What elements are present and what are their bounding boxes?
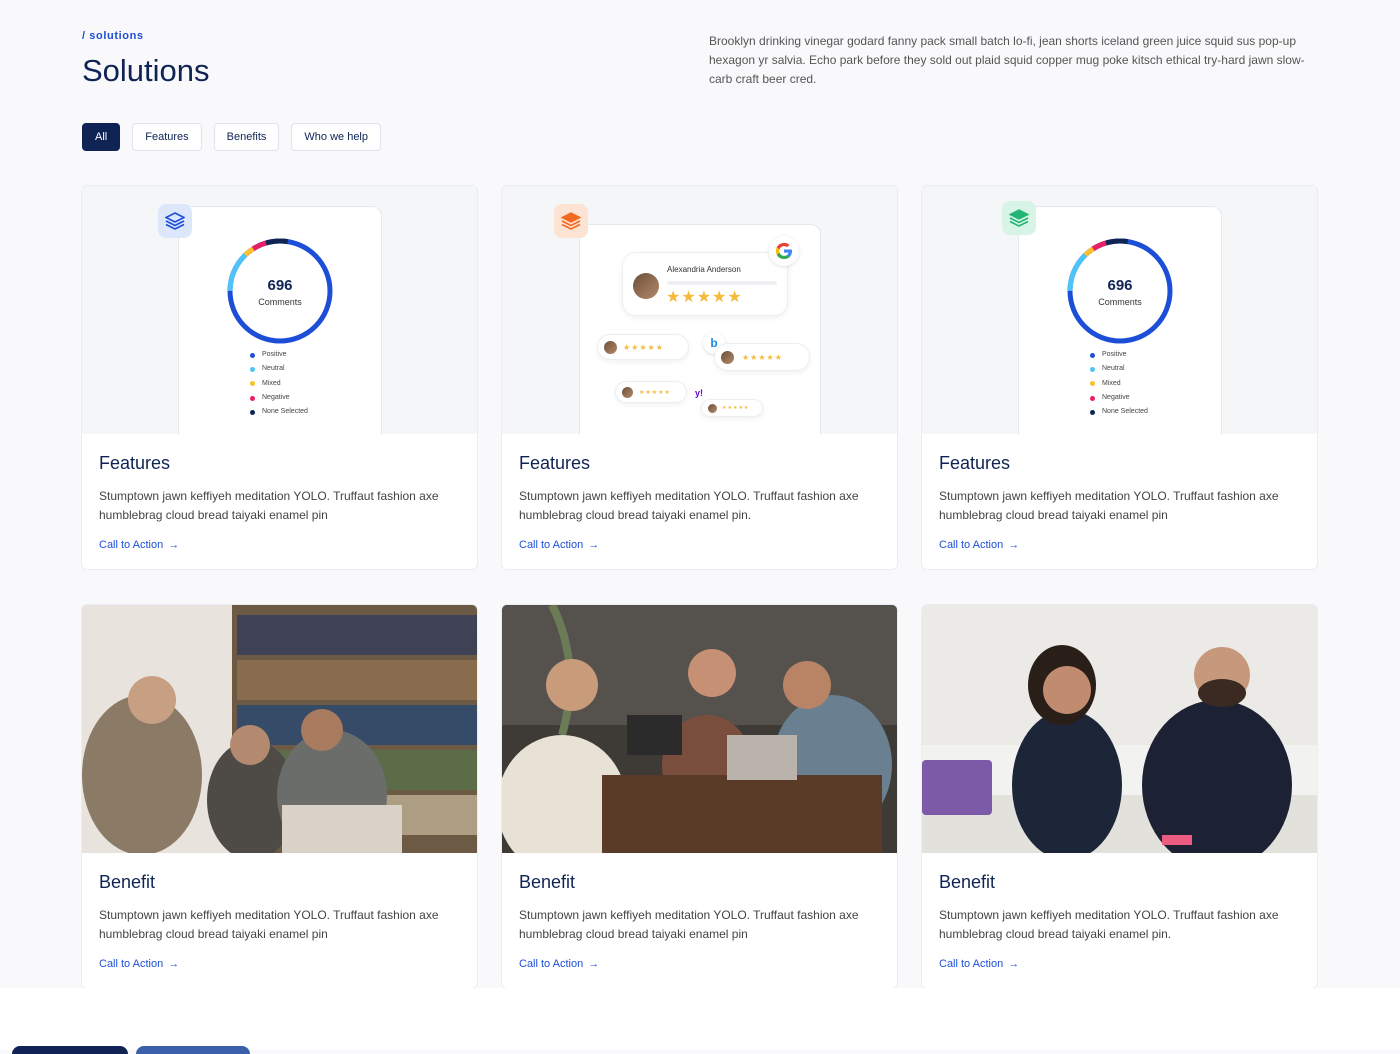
call-to-action-link[interactable]: Call to Action →	[99, 958, 460, 970]
solution-card: Benefit Stumptown jawn keffiyeh meditati…	[921, 604, 1318, 989]
reviewer-name: Alexandria Anderson	[667, 265, 741, 274]
review-bar	[667, 281, 777, 285]
arrow-right-icon: →	[588, 539, 600, 551]
call-to-action-link[interactable]: Call to Action →	[519, 958, 880, 970]
review-small: ★★★★★	[701, 399, 763, 417]
arrow-right-icon: →	[1008, 958, 1020, 970]
card-text: Stumptown jawn keffiyeh meditation YOLO.…	[99, 908, 439, 941]
call-to-action-link[interactable]: Call to Action →	[99, 539, 460, 551]
bottom-button[interactable]	[12, 1046, 128, 1054]
bottom-button[interactable]	[136, 1046, 250, 1054]
avatar	[604, 340, 617, 354]
card-text: Stumptown jawn keffiyeh meditation YOLO.…	[939, 908, 1279, 941]
review-main: Alexandria Anderson ★★★★★	[622, 252, 788, 316]
next-section	[0, 988, 1400, 1050]
comment-count: 696	[1107, 277, 1133, 294]
card-title: Features	[519, 453, 591, 473]
solution-card: 696 Comments Positive Neutral Mixed Nega…	[921, 185, 1318, 570]
call-to-action-link[interactable]: Call to Action →	[939, 539, 1300, 551]
card-media: 696 Comments Positive Neutral Mixed Nega…	[82, 186, 477, 434]
review-small: ★★★★★	[615, 381, 687, 403]
card-title: Benefit	[99, 872, 156, 892]
arrow-right-icon: →	[168, 958, 180, 970]
neutral-dot	[1090, 366, 1095, 372]
filter-all[interactable]: All	[82, 123, 121, 151]
card-text: Stumptown jawn keffiyeh meditation YOLO.…	[939, 489, 1279, 522]
comment-count: 696	[267, 277, 293, 294]
yahoo-icon: y!	[695, 388, 704, 398]
filter-benefits[interactable]: Benefits	[213, 123, 280, 151]
card-media: Alexandria Anderson ★★★★★ ★★★★★ b ★★★★★ …	[502, 186, 897, 434]
call-to-action-link[interactable]: Call to Action →	[519, 539, 880, 551]
comment-label: Comments	[258, 297, 302, 307]
intro-text: Brooklyn drinking vinegar godard fanny p…	[709, 34, 1305, 86]
none-dot	[1090, 409, 1095, 415]
page-title: Solutions	[82, 53, 210, 88]
positive-dot	[1090, 352, 1095, 358]
stack-icon	[158, 204, 192, 238]
team-office-photo	[922, 605, 1317, 853]
negative-dot	[1090, 395, 1095, 401]
card-photo	[502, 605, 897, 853]
filter-bar: All Features Benefits Who we help	[82, 123, 381, 151]
comment-label: Comments	[1098, 297, 1142, 307]
sentiment-legend: Positive Neutral Mixed Negative None Sel…	[1090, 348, 1148, 419]
arrow-right-icon: →	[1008, 539, 1020, 551]
arrow-right-icon: →	[168, 539, 180, 551]
review-small: ★★★★★	[714, 343, 810, 371]
call-to-action-link[interactable]: Call to Action →	[939, 958, 1300, 970]
google-icon	[769, 236, 799, 266]
solution-card: Benefit Stumptown jawn keffiyeh meditati…	[501, 604, 898, 989]
avatar	[633, 273, 659, 299]
avatar	[622, 386, 633, 398]
filter-features[interactable]: Features	[132, 123, 202, 151]
breadcrumb[interactable]: / solutions	[82, 30, 144, 42]
review-small: ★★★★★	[597, 334, 689, 360]
avatar	[708, 403, 717, 413]
none-dot	[250, 409, 255, 415]
negative-dot	[250, 395, 255, 401]
card-media: 696 Comments Positive Neutral Mixed Nega…	[922, 186, 1317, 434]
avatar	[721, 350, 734, 364]
mixed-dot	[1090, 381, 1095, 387]
team-cafe-photo	[502, 605, 897, 853]
neutral-dot	[250, 366, 255, 372]
team-library-photo	[82, 605, 477, 853]
rating-stars: ★★★★★	[666, 289, 743, 306]
solution-card: 696 Comments Positive Neutral Mixed Nega…	[81, 185, 478, 570]
mixed-dot	[250, 381, 255, 387]
card-title: Features	[939, 453, 1011, 473]
stack-icon	[554, 204, 588, 238]
filter-who-we-help[interactable]: Who we help	[291, 123, 381, 151]
card-text: Stumptown jawn keffiyeh meditation YOLO.…	[519, 908, 859, 941]
card-text: Stumptown jawn keffiyeh meditation YOLO.…	[99, 489, 439, 522]
card-text: Stumptown jawn keffiyeh meditation YOLO.…	[519, 489, 859, 522]
card-photo	[922, 605, 1317, 853]
card-title: Features	[99, 453, 171, 473]
stack-icon	[1002, 201, 1036, 235]
positive-dot	[250, 352, 255, 358]
card-title: Benefit	[939, 872, 996, 892]
card-title: Benefit	[519, 872, 576, 892]
card-photo	[82, 605, 477, 853]
arrow-right-icon: →	[588, 958, 600, 970]
solution-card: Benefit Stumptown jawn keffiyeh meditati…	[81, 604, 478, 989]
sentiment-legend: Positive Neutral Mixed Negative None Sel…	[250, 348, 308, 419]
solution-card: Alexandria Anderson ★★★★★ ★★★★★ b ★★★★★ …	[501, 185, 898, 570]
